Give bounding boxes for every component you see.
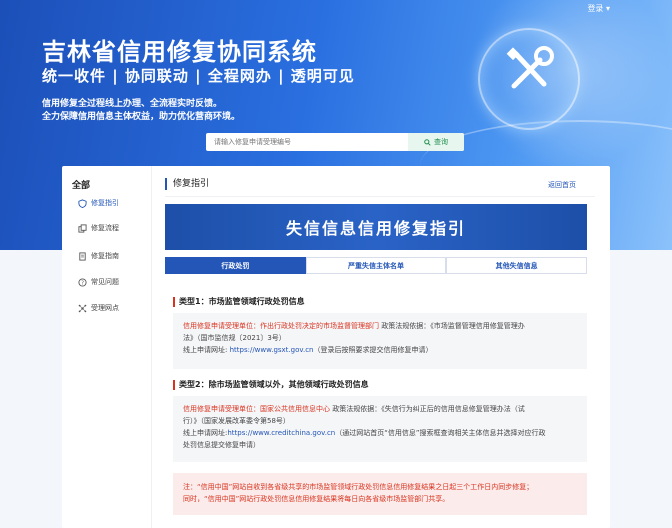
tab-bar: 行政处罚 严重失信主体名单 其他失信信息 xyxy=(165,257,588,274)
section-divider xyxy=(165,196,595,197)
login-link[interactable]: 登录 ▾ xyxy=(587,3,610,14)
shield-icon xyxy=(78,198,87,208)
sidebar-item-label: 修复指引 xyxy=(91,199,119,207)
back-home-link[interactable]: 返回首页 xyxy=(548,180,576,190)
type1-line1: 信用修复申请受理单位：作出行政处罚决定的市场监督管理部门 政策法规依据：《市场监… xyxy=(183,320,577,332)
tab-administrative-penalty[interactable]: 行政处罚 xyxy=(165,257,306,274)
type1-line3: 线上申请网址: https://www.gsxt.gov.cn（登录后按照要求提… xyxy=(183,346,433,354)
copy-icon xyxy=(78,223,87,233)
type2-line1: 信用修复申请受理单位：国家公共信用信息中心 政策法规依据：《失信行为纠正后的信用… xyxy=(183,403,577,415)
type1-unit: 信用修复申请受理单位：作出行政处罚决定的市场监督管理部门 xyxy=(183,322,379,330)
type2-line4: 处罚信息提交修复申请） xyxy=(183,441,260,449)
svg-text:?: ? xyxy=(81,280,84,286)
site-title: 吉林省信用修复协同系统 xyxy=(42,38,317,66)
sidebar-item-label: 受理网点 xyxy=(91,304,119,312)
type2-policy: 政策法规依据：《失信行为纠正后的信用信息修复管理办法（试 xyxy=(330,405,525,413)
type2-line3: 线上申请网址:https://www.creditchina.gov.cn（通过… xyxy=(183,429,546,437)
desc-line-1: 信用修复全过程线上办理、全流程实时反馈。 xyxy=(42,99,223,109)
search-input[interactable] xyxy=(206,133,408,151)
type1-policy: 政策法规依据：《市场监督管理信用修复管理办 xyxy=(379,322,525,330)
section-title: 修复指引 xyxy=(165,178,209,190)
type2-box: 信用修复申请受理单位：国家公共信用信息中心 政策法规依据：《失信行为纠正后的信用… xyxy=(173,396,587,462)
type1-line2: 法》（国市监信规〔2021〕3号） xyxy=(183,334,286,342)
type2-url-link[interactable]: https://www.creditchina.gov.cn xyxy=(227,429,335,437)
type2-title: 类型2：除市场监管领域以外，其他领域行政处罚信息 xyxy=(173,380,369,390)
type1-box: 信用修复申请受理单位：作出行政处罚决定的市场监督管理部门 政策法规依据：《市场监… xyxy=(173,313,587,369)
sidebar: 全部 修复指引 修复流程 修复指南 ? 常见问题 受理网点 xyxy=(62,166,152,528)
search-bar: 查询 xyxy=(206,133,464,151)
question-icon: ? xyxy=(78,277,87,287)
tab-other-dishonesty-info[interactable]: 其他失信信息 xyxy=(446,257,588,274)
sidebar-item-process[interactable]: 修复流程 xyxy=(78,222,119,234)
search-button-label: 查询 xyxy=(434,138,448,146)
note-box: 注：“信用中国”网站自收到各省级共享的市场监管领域行政处罚信息信用修复结果之日起… xyxy=(173,473,587,515)
sidebar-item-label: 常见问题 xyxy=(91,278,119,286)
wrench-screwdriver-icon xyxy=(506,46,554,89)
sidebar-item-label: 修复流程 xyxy=(91,224,119,232)
sidebar-all[interactable]: 全部 xyxy=(72,178,90,191)
guide-banner: 失信信息信用修复指引 xyxy=(165,204,587,250)
sidebar-item-outlets[interactable]: 受理网点 xyxy=(78,302,119,314)
sidebar-item-guide[interactable]: 修复指引 xyxy=(78,197,119,209)
note-line-2: 同时，“信用中国”网站行政处罚信息信用修复结果将每日向各省级市场监管部门共享。 xyxy=(183,495,450,503)
site-description: 信用修复全过程线上办理、全流程实时反馈。 全力保障信用信息主体权益，助力优化营商… xyxy=(42,98,240,124)
search-icon xyxy=(424,138,431,146)
search-button[interactable]: 查询 xyxy=(408,133,464,151)
sidebar-item-handbook[interactable]: 修复指南 xyxy=(78,250,119,262)
sidebar-item-label: 修复指南 xyxy=(91,252,119,260)
site-slogan: 统一收件 | 协同联动 | 全程网办 | 透明可见 xyxy=(42,67,355,85)
tab-serious-dishonesty-list[interactable]: 严重失信主体名单 xyxy=(305,257,447,274)
network-icon xyxy=(78,304,87,312)
type1-title: 类型1：市场监管领域行政处罚信息 xyxy=(173,297,305,307)
desc-line-2: 全力保障信用信息主体权益，助力优化营商环境。 xyxy=(42,112,241,122)
type2-unit: 信用修复申请受理单位：国家公共信用信息中心 xyxy=(183,405,330,413)
document-icon xyxy=(79,251,86,261)
type1-url-link[interactable]: https://www.gsxt.gov.cn xyxy=(230,346,314,354)
note-line-1: 注：“信用中国”网站自收到各省级共享的市场监管领域行政处罚信息信用修复结果之日起… xyxy=(183,483,534,491)
sidebar-item-faq[interactable]: ? 常见问题 xyxy=(78,276,119,288)
type2-line2: 行）》（国家发展改革委令第58号） xyxy=(183,417,290,425)
